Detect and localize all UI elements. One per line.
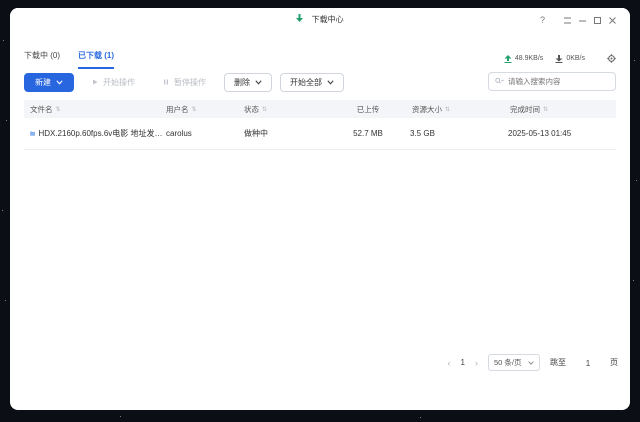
pin-window-icon[interactable] [560, 13, 575, 27]
uploaded-cell: 52.7 MB [353, 129, 383, 138]
folder-icon [30, 131, 36, 136]
start-selected-label: 开始操作 [103, 77, 135, 87]
page-size-select[interactable]: 50 条/页 [488, 354, 540, 371]
tab-downloading[interactable]: 下载中 (0) [24, 50, 60, 69]
next-page-icon[interactable]: › [475, 358, 478, 368]
maximize-icon[interactable] [590, 13, 605, 27]
search-input[interactable] [508, 77, 604, 86]
username-cell: carolus [166, 129, 192, 138]
settings-gear-icon[interactable] [607, 54, 616, 63]
column-header-uploaded[interactable]: 已上传 [326, 104, 410, 115]
search-icon [495, 77, 504, 87]
sort-icon: ⇅ [445, 106, 451, 113]
new-task-button[interactable]: 新建 [24, 72, 74, 92]
page-size-value: 50 条/页 [494, 358, 522, 367]
pause-icon [163, 78, 169, 87]
chevron-down-icon [327, 78, 334, 87]
completed-time-cell: 2025-05-13 01:45 [508, 129, 572, 138]
status-cell: 做种中 [244, 129, 268, 138]
tab-downloaded[interactable]: 已下载 (1) [78, 50, 114, 69]
filename-cell: HDX.2160p.60fps.6v电影 地址发布页 www.6v123.com… [24, 128, 166, 139]
close-icon[interactable] [605, 13, 620, 27]
start-all-label: 开始全部 [290, 77, 322, 87]
search-box[interactable] [488, 72, 616, 91]
table-row[interactable]: HDX.2160p.60fps.6v电影 地址发布页 www.6v123.com… [24, 118, 616, 150]
prev-page-icon[interactable]: ‹ [448, 358, 451, 368]
pagination: ‹ 1 › 50 条/页 跳至 1 页 [448, 354, 618, 371]
sort-icon: ⇅ [191, 106, 197, 113]
chevron-down-icon [56, 78, 63, 87]
minimize-icon[interactable] [575, 13, 590, 27]
window-title: 下载中心 [311, 15, 344, 24]
action-toolbar: 新建 开始操作 暂停操作 删除 开始全部 [24, 72, 344, 92]
column-header-size[interactable]: 资源大小 ⇅ [410, 104, 508, 115]
speed-indicators: 48.9KB/s 0KB/s [504, 54, 616, 63]
column-header-completed[interactable]: 完成时间 ⇅ [508, 104, 616, 115]
help-icon[interactable]: ? [535, 13, 550, 27]
upload-speed: 48.9KB/s [504, 54, 544, 63]
downloads-table: 文件名 ⇅ 用户名 ⇅ 状态 ⇅ 已上传 资源大小 ⇅ 完成时间 ⇅ HDX.2… [24, 100, 616, 150]
column-header-username[interactable]: 用户名 ⇅ [166, 104, 244, 115]
size-cell: 3.5 GB [410, 129, 435, 138]
column-header-filename[interactable]: 文件名 ⇅ [24, 104, 166, 115]
sort-icon: ⇅ [262, 106, 268, 113]
upload-icon [504, 54, 512, 63]
status-tabs: 下载中 (0) 已下载 (1) [24, 50, 114, 69]
download-arrow-icon [296, 14, 304, 22]
chevron-down-icon [528, 360, 534, 365]
page-suffix: 页 [610, 358, 618, 367]
sort-icon: ⇅ [55, 106, 61, 113]
start-all-button[interactable]: 开始全部 [280, 72, 344, 92]
delete-label: 删除 [234, 77, 250, 87]
upload-speed-value: 48.9KB/s [514, 55, 544, 62]
download-icon [555, 54, 563, 63]
download-speed-value: 0KB/s [566, 55, 585, 62]
sort-icon: ⇅ [543, 106, 549, 113]
new-task-label: 新建 [35, 77, 51, 87]
table-header: 文件名 ⇅ 用户名 ⇅ 状态 ⇅ 已上传 资源大小 ⇅ 完成时间 ⇅ [24, 100, 616, 118]
pause-selected-label: 暂停操作 [174, 77, 206, 87]
goto-label: 跳至 [550, 358, 566, 367]
pause-selected-button[interactable]: 暂停操作 [153, 72, 216, 92]
download-center-window: 下载中心 ? 下载中 (0) 已下载 (1) 48.9KB/s 0KB/s 新建… [10, 8, 630, 410]
filename-text: HDX.2160p.60fps.6v电影 地址发布页 www.6v123.com… [38, 129, 166, 138]
column-header-status[interactable]: 状态 ⇅ [244, 104, 326, 115]
download-speed: 0KB/s [555, 54, 585, 63]
goto-page-input[interactable]: 1 [576, 354, 600, 371]
title-bar[interactable]: 下载中心 ? [10, 8, 630, 32]
delete-button[interactable]: 删除 [224, 72, 272, 92]
chevron-down-icon [255, 78, 262, 87]
current-page[interactable]: 1 [461, 358, 465, 367]
play-icon [92, 78, 98, 87]
start-selected-button[interactable]: 开始操作 [82, 72, 145, 92]
window-controls: ? [535, 13, 620, 27]
